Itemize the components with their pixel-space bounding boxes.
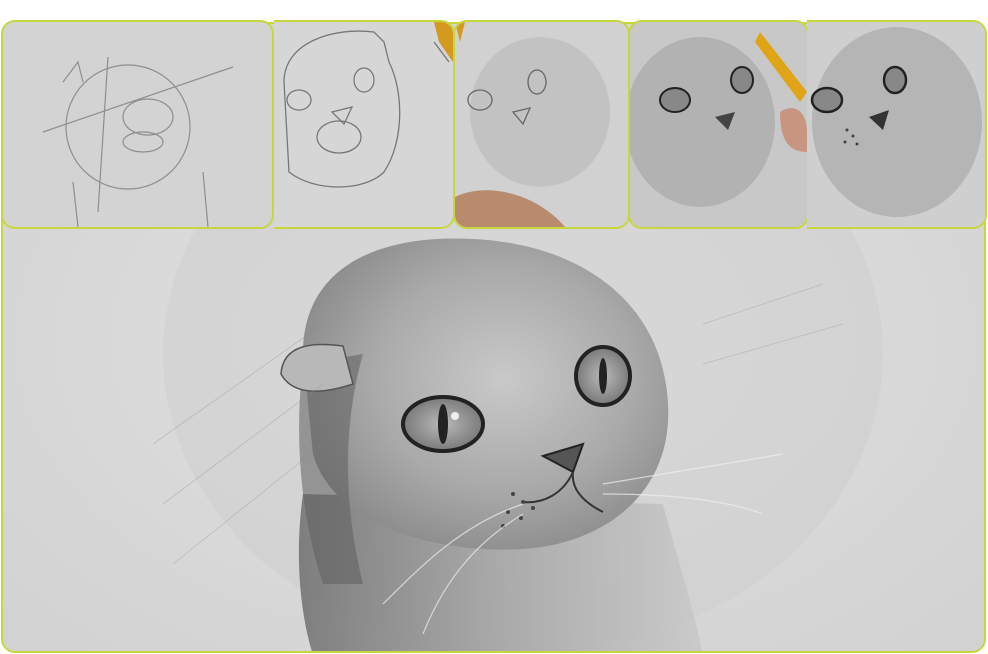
cat-sketch-outline <box>3 22 272 227</box>
cat-first-shading <box>455 22 628 227</box>
cat-deeper-shading <box>630 22 807 227</box>
cat-features-outlined <box>274 22 453 227</box>
thumbnail-step-1 <box>1 20 274 229</box>
thumbnail-step-5 <box>807 20 987 229</box>
cat-final-thumbnail <box>807 22 985 227</box>
thumbnail-step-3 <box>453 20 630 229</box>
thumbnail-step-2 <box>274 20 455 229</box>
thumbnail-step-4 <box>628 20 809 229</box>
step-thumbnails <box>1 20 987 230</box>
tutorial-collage <box>0 0 988 654</box>
